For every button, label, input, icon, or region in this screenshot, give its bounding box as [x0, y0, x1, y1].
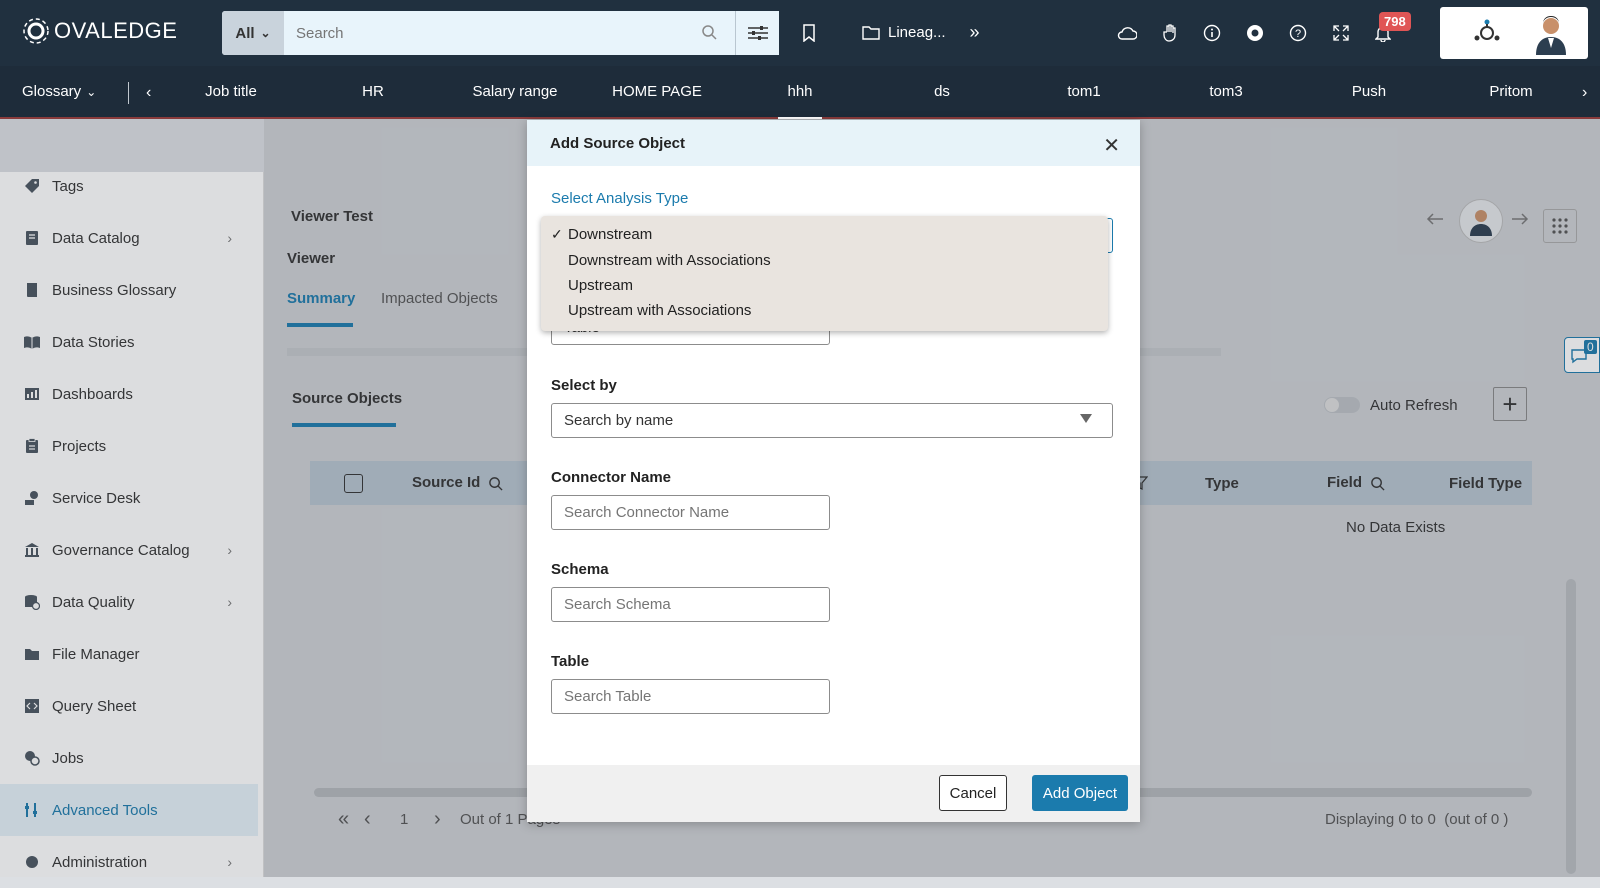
chevron-down-icon: ⌄ — [260, 26, 271, 40]
modal-title: Add Source Object — [550, 134, 686, 152]
help-icon[interactable]: ? — [1287, 22, 1309, 44]
lineage-label: Lineag... — [888, 24, 946, 41]
nav-tab[interactable]: Job title — [161, 83, 301, 100]
chevron-right-icon[interactable]: › — [1582, 84, 1587, 102]
check-icon: ✓ — [551, 226, 563, 242]
notification-badge: 798 — [1379, 12, 1411, 31]
modal-footer: Cancel Add Object — [527, 765, 1140, 822]
table-input[interactable] — [551, 679, 830, 714]
select-by-dropdown[interactable]: Search by name — [551, 403, 1113, 438]
table-label: Table — [551, 653, 590, 670]
nav-tab[interactable]: ds — [872, 83, 1012, 100]
nav-tab[interactable]: Salary range — [445, 83, 585, 100]
nav-tab[interactable]: Pritom — [1441, 83, 1581, 100]
analysis-type-label: Select Analysis Type — [551, 190, 689, 207]
chevron-down-icon: ⌄ — [86, 84, 97, 99]
nav-tab-active[interactable]: hhh — [730, 83, 870, 119]
nav-tab[interactable]: HR — [303, 83, 443, 100]
select-by-value: Search by name — [564, 412, 674, 429]
cloud-icon[interactable] — [1116, 22, 1138, 44]
caret-down-icon — [1080, 414, 1092, 423]
double-chevron-right-icon[interactable]: » — [970, 22, 980, 43]
nav-tab[interactable]: tom3 — [1156, 83, 1296, 100]
search-scope-dropdown[interactable]: All ⌄ — [222, 11, 284, 55]
glossary-label: Glossary — [22, 83, 82, 100]
nav-tab[interactable]: Push — [1299, 83, 1439, 100]
select-by-label: Select by — [551, 377, 617, 394]
search-scope-label: All — [235, 24, 255, 42]
close-icon[interactable]: ✕ — [1103, 133, 1120, 158]
logo[interactable]: OVALEDGE — [22, 17, 177, 45]
logo-text: OVALEDGE — [54, 18, 178, 43]
schema-input[interactable] — [551, 587, 830, 622]
folder-icon — [862, 26, 880, 40]
option-upstream[interactable]: Upstream — [568, 277, 633, 294]
nav-divider — [128, 82, 129, 104]
logo-icon — [23, 18, 49, 44]
glossary-dropdown[interactable]: Glossary ⌄ — [22, 83, 96, 100]
schema-label: Schema — [551, 561, 609, 578]
avatar[interactable] — [1534, 15, 1568, 55]
settings-network-icon — [1474, 19, 1500, 41]
info-icon[interactable] — [1201, 22, 1223, 44]
lineage-link[interactable]: Lineag... » — [862, 22, 980, 43]
connector-name-input[interactable] — [551, 495, 830, 530]
profile-box[interactable] — [1440, 7, 1588, 59]
chevron-left-icon[interactable]: ‹ — [146, 84, 151, 102]
filter-button[interactable] — [735, 11, 779, 55]
search-icon[interactable] — [701, 24, 717, 40]
chrome-icon[interactable] — [1244, 22, 1266, 44]
hand-icon[interactable] — [1159, 22, 1181, 44]
glossary-navbar: Glossary ⌄ ‹ Job title HR Salary range HO… — [0, 66, 1600, 119]
global-search: All ⌄ — [222, 11, 779, 55]
add-object-button[interactable]: Add Object — [1032, 775, 1128, 811]
analysis-type-options: ✓ Downstream Downstream with Association… — [541, 216, 1108, 331]
connector-name-label: Connector Name — [551, 469, 672, 486]
top-bar: OVALEDGE All ⌄ Lineag... » ? 798 — [0, 0, 1600, 66]
option-upstream-with-associations[interactable]: Upstream with Associations — [568, 302, 751, 319]
nav-tab[interactable]: tom1 — [1014, 83, 1154, 100]
svg-text:?: ? — [1295, 28, 1301, 40]
sliders-icon — [747, 26, 768, 40]
expand-icon[interactable] — [1330, 22, 1352, 44]
nav-tab[interactable]: HOME PAGE — [587, 83, 727, 100]
option-downstream[interactable]: Downstream — [568, 226, 652, 243]
option-downstream-with-associations[interactable]: Downstream with Associations — [568, 252, 771, 269]
bookmark-icon[interactable] — [798, 22, 820, 44]
modal-header: Add Source Object — [527, 120, 1140, 166]
cancel-button[interactable]: Cancel — [939, 775, 1007, 811]
